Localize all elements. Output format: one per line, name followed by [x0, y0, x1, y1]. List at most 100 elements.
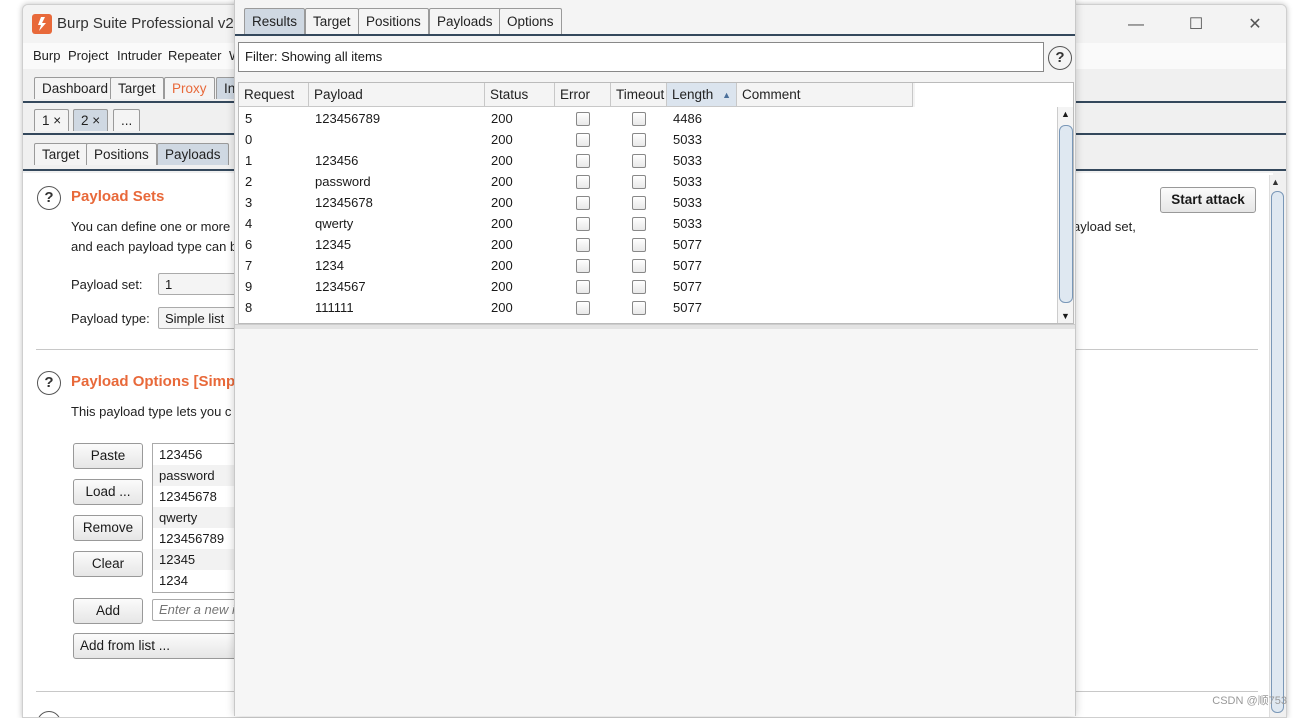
cell-request: 7 [245, 258, 253, 273]
table-row[interactable]: 1 123456 200 5033 [239, 150, 1059, 171]
cell-request: 4 [245, 216, 253, 231]
scroll-down-icon[interactable]: ▼ [1061, 311, 1070, 321]
help-icon[interactable]: ? [37, 371, 61, 395]
error-checkbox [576, 112, 590, 126]
load-button[interactable]: Load ... [73, 479, 143, 505]
col-request[interactable]: Request [239, 83, 309, 107]
tab-positions[interactable]: Positions [86, 143, 157, 165]
attack-tab-1[interactable]: 1 × [34, 109, 70, 131]
tab-results-positions[interactable]: Positions [358, 8, 429, 34]
sort-up-icon: ▲ [722, 90, 731, 100]
timeout-checkbox [632, 112, 646, 126]
cell-payload: 12345678 [315, 195, 373, 210]
tab-results-target[interactable]: Target [305, 8, 359, 34]
cell-request: 2 [245, 174, 253, 189]
menu-intruder[interactable]: Intruder [117, 48, 162, 63]
col-length-label: Length [672, 87, 714, 102]
error-checkbox [576, 238, 590, 252]
cell-status: 200 [491, 216, 513, 231]
table-row[interactable]: 4 qwerty 200 5033 [239, 213, 1059, 234]
maximize-icon[interactable]: ☐ [1173, 11, 1219, 39]
col-error[interactable]: Error [555, 83, 611, 107]
timeout-checkbox [632, 196, 646, 210]
col-comment[interactable]: Comment [737, 83, 913, 107]
payload-sets-desc-2: and each payload type can b [71, 239, 238, 254]
table-row[interactable]: 5 123456789 200 4486 [239, 108, 1059, 129]
timeout-checkbox [632, 133, 646, 147]
scroll-up-icon[interactable]: ▲ [1061, 109, 1070, 119]
panel-scrollbar[interactable]: ▲ [1269, 175, 1284, 717]
table-row[interactable]: 8 111111 200 5077 [239, 297, 1059, 318]
timeout-checkbox [632, 238, 646, 252]
minimize-icon[interactable]: — [1113, 11, 1159, 39]
payload-sets-desc-right: ayload set, [1073, 219, 1136, 234]
cell-status: 200 [491, 258, 513, 273]
col-payload[interactable]: Payload [309, 83, 485, 107]
paste-button[interactable]: Paste [73, 443, 143, 469]
cell-request: 9 [245, 279, 253, 294]
cell-payload: 12345 [315, 237, 352, 252]
timeout-checkbox [632, 175, 646, 189]
table-row[interactable]: 7 1234 200 5077 [239, 255, 1059, 276]
tab-dashboard[interactable]: Dashboard [34, 77, 117, 99]
table-scrollbar[interactable]: ▲ ▼ [1057, 107, 1073, 323]
add-button[interactable]: Add [73, 598, 143, 624]
table-row[interactable]: 3 12345678 200 5033 [239, 192, 1059, 213]
cell-status: 200 [491, 153, 513, 168]
tab-target[interactable]: Target [110, 77, 164, 99]
timeout-checkbox [632, 154, 646, 168]
cell-status: 200 [491, 237, 513, 252]
table-row[interactable]: 6 12345 200 5077 [239, 234, 1059, 255]
help-icon[interactable]: ? [37, 186, 61, 210]
table-row[interactable]: 0 200 5033 [239, 129, 1059, 150]
close-icon[interactable]: ✕ [1232, 11, 1278, 39]
clear-button[interactable]: Clear [73, 551, 143, 577]
tab-payloads[interactable]: Payloads [157, 143, 229, 165]
error-checkbox [576, 154, 590, 168]
scroll-up-icon[interactable]: ▲ [1271, 177, 1280, 187]
error-checkbox [576, 196, 590, 210]
payload-sets-title: Payload Sets [71, 188, 165, 205]
cell-status: 200 [491, 111, 513, 126]
tab-attack-target[interactable]: Target [34, 143, 88, 165]
cell-length: 5033 [673, 132, 702, 147]
cell-request: 8 [245, 300, 253, 315]
menu-project[interactable]: Project [68, 48, 108, 63]
col-status[interactable]: Status [485, 83, 555, 107]
table-row[interactable]: 2 password 200 5033 [239, 171, 1059, 192]
cell-length: 5033 [673, 153, 702, 168]
timeout-checkbox [632, 259, 646, 273]
tab-results[interactable]: Results [244, 8, 306, 34]
col-timeout[interactable]: Timeout [611, 83, 667, 107]
error-checkbox [576, 133, 590, 147]
table-row[interactable]: 9 1234567 200 5077 [239, 276, 1059, 297]
cell-request: 1 [245, 153, 253, 168]
start-attack-button[interactable]: Start attack [1160, 187, 1256, 213]
attack-tab-2[interactable]: 2 × [73, 109, 109, 131]
cell-payload [309, 129, 315, 150]
attack-results-window: Results Target Positions Payloads Option… [234, 0, 1076, 716]
results-tab-row: Results Target Positions Payloads Option… [235, 8, 1075, 36]
help-icon[interactable]: ? [1048, 46, 1072, 70]
filter-bar[interactable]: Filter: Showing all items [238, 42, 1044, 72]
payload-type-label: Payload type: [71, 311, 150, 326]
menu-burp[interactable]: Burp [33, 48, 60, 63]
tab-results-payloads[interactable]: Payloads [429, 8, 501, 34]
cell-request: 3 [245, 195, 253, 210]
attack-tab-new[interactable]: ... [113, 109, 141, 131]
timeout-checkbox [632, 217, 646, 231]
cell-length: 5077 [673, 300, 702, 315]
menu-repeater[interactable]: Repeater [168, 48, 221, 63]
cell-request: 0 [245, 132, 253, 147]
scroll-thumb[interactable] [1059, 125, 1073, 303]
cell-status: 200 [491, 195, 513, 210]
remove-button[interactable]: Remove [73, 515, 143, 541]
cell-length: 5077 [673, 237, 702, 252]
payload-set-label: Payload set: [71, 277, 143, 292]
cell-length: 5077 [673, 279, 702, 294]
add-from-list-select[interactable]: Add from list ... [73, 633, 243, 659]
col-length[interactable]: Length ▲ [667, 83, 737, 107]
scroll-thumb[interactable] [1271, 191, 1284, 713]
tab-results-options[interactable]: Options [499, 8, 562, 34]
tab-proxy[interactable]: Proxy [164, 77, 215, 99]
